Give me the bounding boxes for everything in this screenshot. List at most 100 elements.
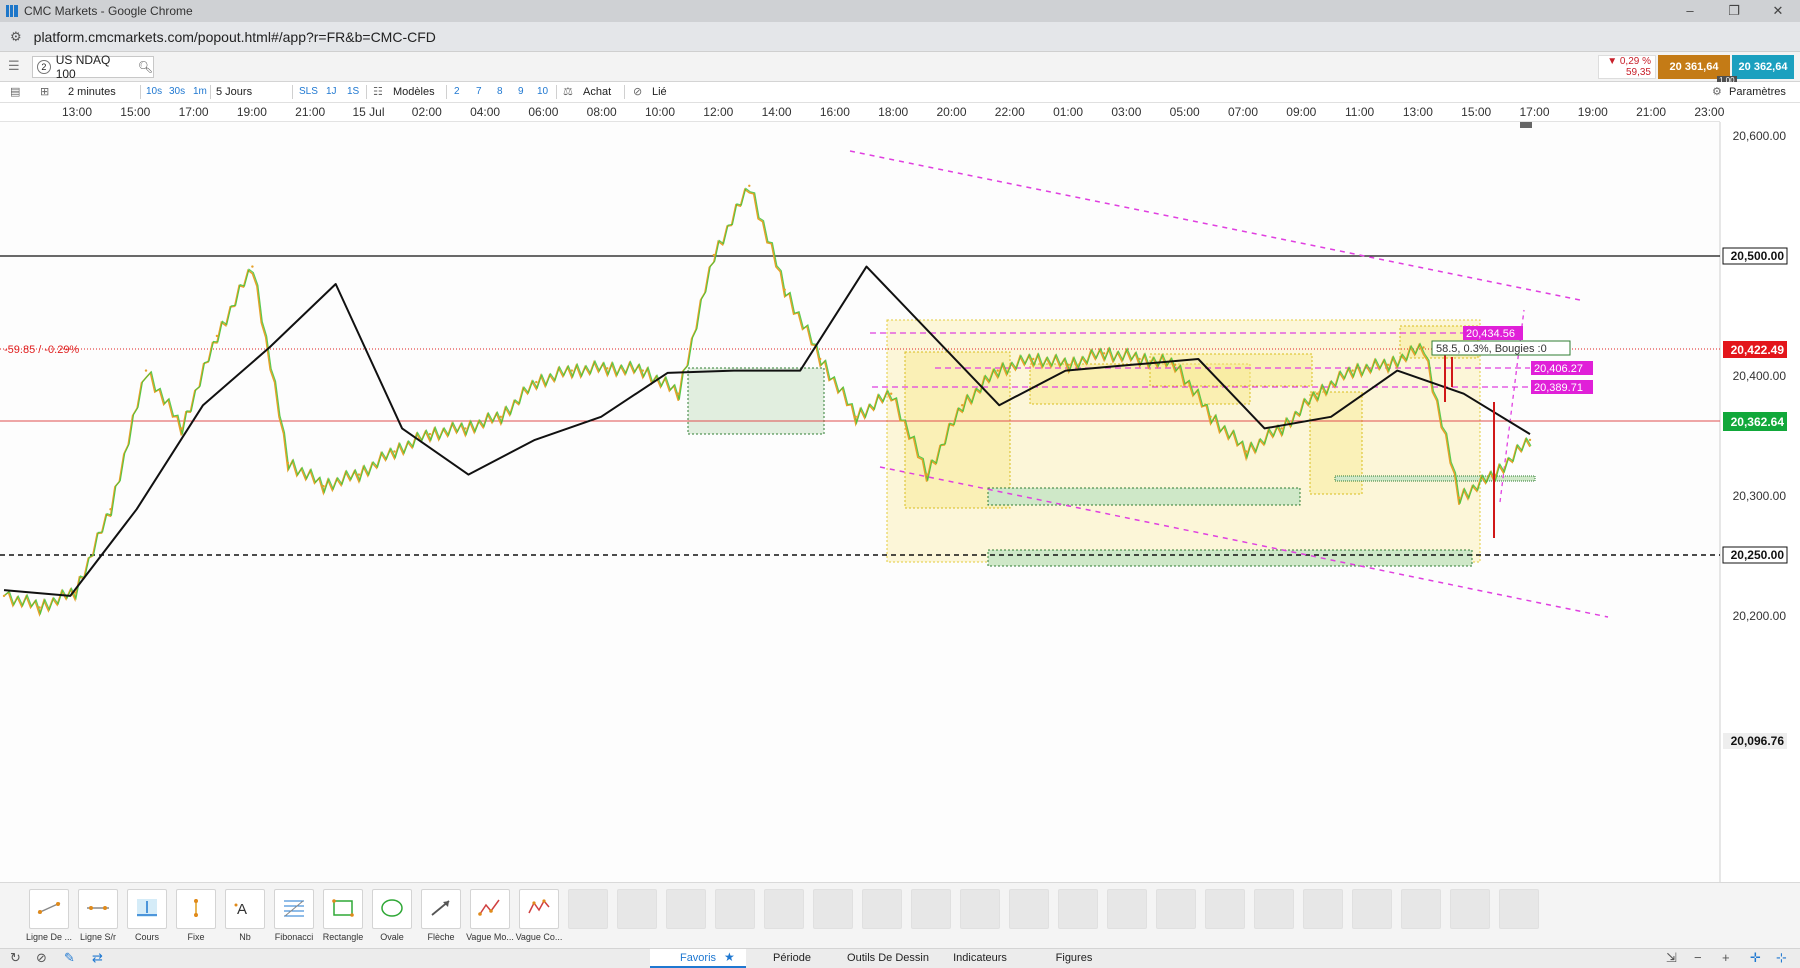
drawing-tool-label: Ligne De ... <box>25 932 73 942</box>
empty-tool-slot[interactable] <box>708 889 762 929</box>
link-icon[interactable]: ⊘ <box>633 82 642 102</box>
empty-tool-slot[interactable] <box>1198 889 1252 929</box>
price-chart[interactable]: -59.85 / -0.29% 20,434.56 20,406.27 20,3… <box>0 122 1800 882</box>
menu-icon[interactable]: ☰ <box>8 59 22 73</box>
range-sls[interactable]: SLS <box>299 82 318 102</box>
watchlist-icon[interactable]: ▤ <box>10 82 20 102</box>
empty-tool-slot[interactable] <box>1002 889 1056 929</box>
time-tick: 15:00 <box>120 105 151 119</box>
alert-badge-2: 20,406.27 <box>1534 363 1583 375</box>
drawing-tool-wave[interactable]: Vague Mo... <box>463 889 517 942</box>
empty-tool-slot[interactable] <box>561 889 615 929</box>
price-point <box>499 415 502 418</box>
restore-icon[interactable]: ❐ <box>1712 0 1756 22</box>
buy-mode-icon[interactable]: ⚖ <box>563 82 573 102</box>
range-1j[interactable]: 1J <box>326 82 337 102</box>
template-slot-10[interactable]: 10 <box>537 82 548 102</box>
range-select[interactable]: 5 Jours <box>216 82 252 102</box>
price-point <box>1457 496 1461 499</box>
buy-mode-button[interactable]: Achat <box>583 82 611 102</box>
price-point <box>251 265 254 268</box>
rectangle-icon <box>330 897 356 922</box>
interval-1m[interactable]: 1m <box>193 82 207 102</box>
instrument-tab[interactable]: 2 US NDAQ 100 🔍︎ <box>32 53 154 81</box>
address-bar[interactable]: ⚙ platform.cmcmarkets.com/popout.html#/a… <box>0 22 1800 52</box>
drawing-tool-rectangle[interactable]: Rectangle <box>316 889 370 942</box>
linked-toggle[interactable]: Lié <box>652 82 667 102</box>
drawing-tool-price-line[interactable]: Cours <box>120 889 174 942</box>
settings-button[interactable]: Paramètres <box>1729 82 1786 102</box>
tab-outils-de-dessin[interactable]: Outils De Dessin <box>838 949 938 968</box>
empty-tool-slot[interactable] <box>904 889 958 929</box>
template-slot-9[interactable]: 9 <box>518 82 524 102</box>
cancel-icon[interactable]: ⊘ <box>36 950 47 966</box>
empty-tool-slot[interactable] <box>953 889 1007 929</box>
empty-tool-slot[interactable] <box>659 889 713 929</box>
template-slot-8[interactable]: 8 <box>497 82 503 102</box>
tab-figures[interactable]: Figures <box>1022 949 1126 968</box>
drawing-tool-corrective-wave[interactable]: Vague Co... <box>512 889 566 942</box>
empty-tool-slot[interactable] <box>1394 889 1448 929</box>
chart-canvas[interactable]: -59.85 / -0.29% 20,434.56 20,406.27 20,3… <box>0 122 1800 882</box>
site-settings-icon[interactable]: ⚙ <box>10 29 22 45</box>
price-point <box>1315 392 1319 395</box>
url-text[interactable]: platform.cmcmarkets.com/popout.html#/app… <box>34 29 436 45</box>
zoom-out-icon[interactable]: − <box>1694 950 1702 965</box>
templates-icon[interactable]: ☷ <box>373 82 383 102</box>
consolidation-box-green <box>687 367 825 435</box>
search-icon[interactable]: 🔍︎ <box>138 60 153 74</box>
pencil-icon[interactable]: ✎ <box>64 950 75 966</box>
layout-grid-icon[interactable]: ⊞ <box>40 82 49 102</box>
price-point <box>996 369 999 372</box>
fit-icon[interactable]: ⊹ <box>1776 950 1787 966</box>
templates-button[interactable]: Modèles <box>393 82 435 102</box>
time-tick: 08:00 <box>586 105 617 119</box>
empty-tool-slot[interactable] <box>1492 889 1546 929</box>
empty-tool-slot[interactable] <box>1247 889 1301 929</box>
price-point <box>1386 363 1390 366</box>
drawing-tool-text[interactable]: A Nb <box>218 889 272 942</box>
empty-tool-slot[interactable] <box>1296 889 1350 929</box>
minimize-icon[interactable]: – <box>1668 0 1712 22</box>
range-1s[interactable]: 1S <box>347 82 359 102</box>
drawing-tool-arrow[interactable]: Flèche <box>414 889 468 942</box>
empty-tool-slot[interactable] <box>757 889 811 929</box>
interval-10s[interactable]: 10s <box>146 82 162 102</box>
time-tick: 21:00 <box>295 105 326 119</box>
favorite-star-icon[interactable]: ★ <box>724 950 735 964</box>
template-slot-2[interactable]: 2 <box>454 82 460 102</box>
line-icon <box>36 900 62 919</box>
drawing-tool-fibonacci[interactable]: Fibonacci <box>267 889 321 942</box>
interval-30s[interactable]: 30s <box>169 82 185 102</box>
empty-tool-slot[interactable] <box>806 889 860 929</box>
time-tick: 18:00 <box>878 105 909 119</box>
price-point <box>180 427 183 430</box>
drawing-tool-fixed-line[interactable]: Fixe <box>169 889 223 942</box>
empty-tool-slot[interactable] <box>1345 889 1399 929</box>
crosshair-icon[interactable]: ✛ <box>1750 950 1761 966</box>
time-tick: 03:00 <box>1111 105 1142 119</box>
empty-tool-slot[interactable] <box>1051 889 1105 929</box>
tab-indicateurs[interactable]: Indicateurs <box>938 949 1022 968</box>
drag-tool-icon[interactable]: ⇄ <box>92 950 103 966</box>
drawing-tool-ellipse[interactable]: Ovale <box>365 889 419 942</box>
buy-price-button[interactable]: 20 362,64 <box>1732 55 1794 79</box>
settings-gear-icon[interactable]: ⚙ <box>1712 82 1722 102</box>
drawing-tool-line[interactable]: Ligne De ... <box>22 889 76 942</box>
tab-periode[interactable]: Période <box>746 949 838 968</box>
change-box: ▼ 0,29 % 59,35 <box>1598 55 1656 79</box>
template-slot-7[interactable]: 7 <box>476 82 482 102</box>
zoom-in-icon[interactable]: + <box>1722 950 1730 965</box>
price-point <box>1280 427 1283 430</box>
close-icon[interactable]: ✕ <box>1756 0 1800 22</box>
empty-tool-slot[interactable] <box>1100 889 1154 929</box>
price-point <box>606 367 609 370</box>
empty-tool-slot[interactable] <box>610 889 664 929</box>
drawing-tool-sr-line[interactable]: Ligne S/r <box>71 889 125 942</box>
empty-tool-slot[interactable] <box>1149 889 1203 929</box>
refresh-icon[interactable]: ↻ <box>10 950 21 966</box>
empty-tool-slot[interactable] <box>855 889 909 929</box>
empty-tool-slot[interactable] <box>1443 889 1497 929</box>
interval-select[interactable]: 2 minutes <box>68 82 116 102</box>
crosshair-move-icon[interactable]: ⇲ <box>1666 950 1677 966</box>
